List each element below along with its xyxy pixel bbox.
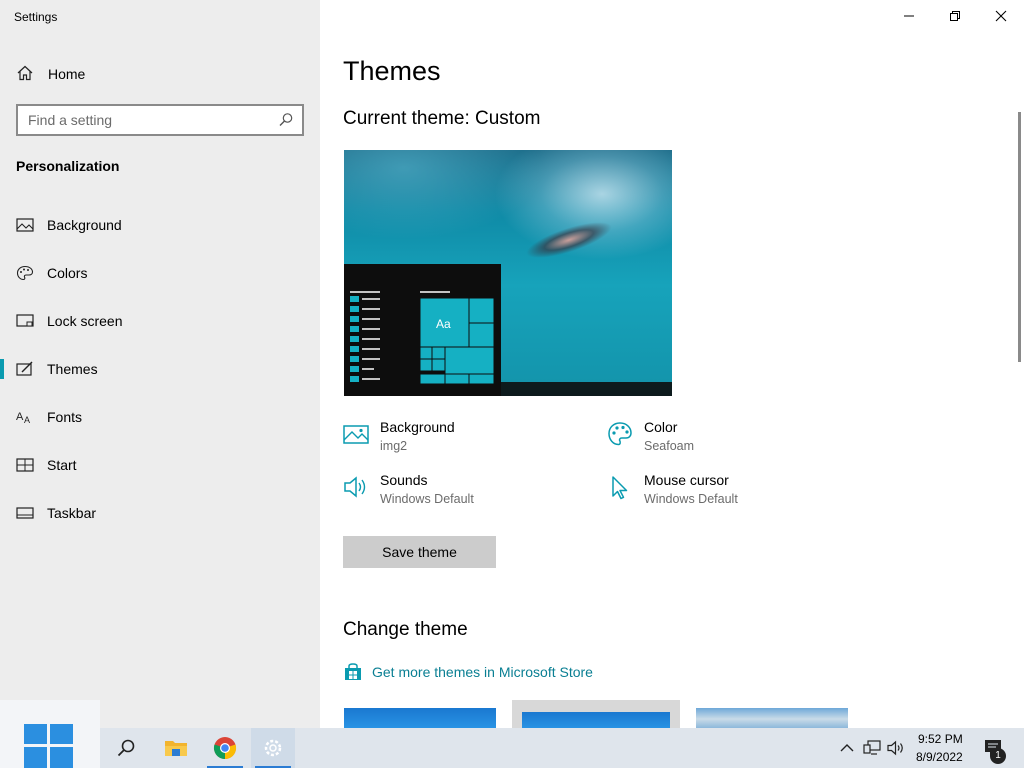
clock-time[interactable]: 9:52 PM xyxy=(918,732,963,746)
theme-thumbnail[interactable] xyxy=(696,708,848,730)
sidebar-item-label: Taskbar xyxy=(47,505,97,521)
option-value: Seafoam xyxy=(644,439,695,453)
start-button[interactable] xyxy=(24,722,74,768)
store-link-label: Get more themes in Microsoft Store xyxy=(372,664,593,680)
taskbar-icon xyxy=(16,507,34,519)
taskbar-chrome[interactable] xyxy=(203,728,247,768)
image-icon xyxy=(16,218,34,232)
search-box[interactable] xyxy=(16,104,304,136)
theme-thumbnail[interactable] xyxy=(344,708,496,730)
option-value: Windows Default xyxy=(644,492,738,506)
home-icon xyxy=(17,65,33,81)
save-theme-button[interactable]: Save theme xyxy=(343,536,496,568)
network-icon xyxy=(863,740,881,755)
option-title: Color xyxy=(644,419,678,435)
option-title: Mouse cursor xyxy=(644,472,729,488)
sidebar-item-label: Start xyxy=(47,457,77,473)
scrollbar[interactable] xyxy=(1018,112,1021,362)
change-theme-heading: Change theme xyxy=(343,619,468,640)
option-title: Background xyxy=(380,419,455,435)
sidebar-item-label: Lock screen xyxy=(47,313,123,329)
current-theme-heading: Current theme: Custom xyxy=(343,108,541,129)
sidebar-item-lock-screen[interactable]: Lock screen xyxy=(0,301,320,341)
cursor-icon xyxy=(612,476,628,500)
sidebar-item-label: Home xyxy=(48,66,86,82)
brush-icon xyxy=(16,361,33,376)
option-value: img2 xyxy=(380,439,408,453)
mouse-cursor-option[interactable]: Mouse cursor Windows Default xyxy=(607,472,827,516)
tray-volume-button[interactable] xyxy=(884,728,908,768)
option-value: Windows Default xyxy=(380,492,474,506)
image-icon xyxy=(343,425,369,444)
svg-text:A: A xyxy=(24,415,30,425)
notification-center-button[interactable]: 1 xyxy=(978,728,1008,768)
taskbar-settings[interactable] xyxy=(251,728,295,768)
tray-chevron-button[interactable] xyxy=(836,728,858,768)
windows-start-icon xyxy=(24,724,73,768)
sidebar-item-fonts[interactable]: A A Fonts xyxy=(0,397,320,437)
sidebar-item-label: Themes xyxy=(47,361,98,377)
search-icon[interactable] xyxy=(278,112,294,128)
chrome-icon xyxy=(213,737,237,760)
sidebar-item-home[interactable]: Home xyxy=(0,58,320,88)
minimize-button[interactable] xyxy=(886,0,932,32)
sidebar: Settings Home Personalization Background… xyxy=(0,0,320,768)
chevron-up-icon xyxy=(840,744,854,752)
volume-icon xyxy=(887,740,903,756)
notification-count-badge: 1 xyxy=(990,748,1006,764)
sidebar-item-label: Background xyxy=(47,217,122,233)
theme-preview: Aa xyxy=(344,150,672,396)
sidebar-item-background[interactable]: Background xyxy=(0,205,320,245)
color-option[interactable]: Color Seafoam xyxy=(607,419,827,463)
clock-date[interactable]: 8/9/2022 xyxy=(916,750,963,764)
settings-icon xyxy=(264,739,282,757)
option-title: Sounds xyxy=(380,472,428,488)
search-icon xyxy=(117,739,135,757)
sidebar-item-taskbar[interactable]: Taskbar xyxy=(0,493,320,533)
restore-icon xyxy=(950,11,960,21)
close-button[interactable] xyxy=(978,0,1024,32)
preview-start-menu: Aa xyxy=(344,264,501,396)
preview-tile-label: Aa xyxy=(436,317,451,331)
taskbar-file-explorer[interactable] xyxy=(154,728,198,768)
search-input[interactable] xyxy=(18,106,258,134)
sounds-option[interactable]: Sounds Windows Default xyxy=(343,472,563,516)
font-icon: A A xyxy=(16,411,30,425)
sidebar-item-themes[interactable]: Themes xyxy=(0,349,320,389)
maximize-button[interactable] xyxy=(932,0,978,32)
sidebar-item-colors[interactable]: Colors xyxy=(0,253,320,293)
palette-icon xyxy=(608,422,632,446)
start-grid-icon xyxy=(16,458,34,472)
background-option[interactable]: Background img2 xyxy=(343,419,563,463)
taskbar-search-button[interactable] xyxy=(104,728,148,768)
theme-thumbnail-selected[interactable] xyxy=(512,700,680,730)
page-title: Themes xyxy=(343,56,441,86)
section-title: Personalization xyxy=(16,158,120,174)
close-icon xyxy=(995,10,1007,22)
palette-icon xyxy=(16,265,34,281)
minimize-icon xyxy=(904,15,914,17)
sidebar-item-start[interactable]: Start xyxy=(0,445,320,485)
svg-text:A: A xyxy=(16,411,24,423)
speaker-icon xyxy=(344,476,366,498)
sidebar-item-label: Fonts xyxy=(47,409,83,425)
app-title: Settings xyxy=(14,10,58,24)
sidebar-item-label: Colors xyxy=(47,265,88,281)
tray-network-button[interactable] xyxy=(860,728,884,768)
store-bag-icon xyxy=(345,663,361,680)
file-explorer-icon xyxy=(165,741,187,756)
lock-screen-icon xyxy=(16,314,34,327)
